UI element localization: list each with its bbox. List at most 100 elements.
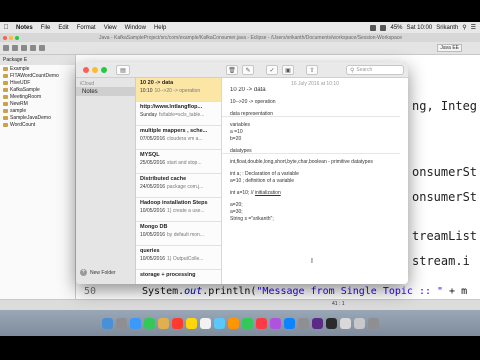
print-icon[interactable] (21, 45, 27, 51)
trash-icon[interactable] (367, 317, 379, 329)
delete-note-button[interactable]: 🗑 (226, 65, 238, 75)
maps-icon[interactable] (213, 317, 225, 329)
menu-window[interactable]: Window (121, 25, 150, 31)
note-line: 10-->20 -> operation (230, 99, 276, 105)
project-item[interactable]: NewRM (0, 100, 75, 107)
note-list-item[interactable]: storage + processing (136, 270, 221, 284)
note-list-item[interactable]: queries 10/05/2016 1) OutputColle... (136, 246, 221, 270)
checklist-button[interactable]: ✓ (266, 65, 278, 75)
note-list-item[interactable]: 10 20 -> data 10:10 10-->20 -> operation (136, 78, 221, 102)
letterbox-top (0, 0, 480, 22)
note-line: int a; : Declaration of a variable (230, 171, 299, 177)
battery-percent: 45% (390, 24, 403, 31)
launchpad-icon[interactable] (115, 317, 127, 329)
package-explorer-title[interactable]: Package E (0, 55, 75, 65)
code-fragment: ng, Integ (412, 99, 478, 113)
project-item[interactable]: WordCount (0, 121, 75, 128)
sidebar-toggle-button[interactable]: ▤ (116, 65, 130, 75)
close-icon[interactable] (83, 67, 89, 73)
apple-menu-icon[interactable]:  (0, 24, 12, 31)
project-item[interactable]: MeetingRoom (0, 93, 75, 100)
project-item[interactable]: sample (0, 107, 75, 114)
note-list-item[interactable]: Hadoop installation Steps 10/05/2016 1) c… (136, 198, 221, 222)
eclipse-icon[interactable] (311, 317, 323, 329)
note-list-item[interactable]: MYSQL 25/05/2016 start and stop... (136, 150, 221, 174)
preview-icon[interactable] (339, 317, 351, 329)
menu-list-icon[interactable]: ☰ (471, 24, 476, 31)
note-list-item[interactable]: multiple mappers , sche... 07/05/2016 clo… (136, 126, 221, 150)
code-fragment: stream.i (412, 254, 470, 268)
new-icon[interactable] (3, 45, 9, 51)
battery-icon[interactable] (380, 24, 387, 31)
terminal-icon[interactable] (325, 317, 337, 329)
minimize-icon[interactable] (92, 67, 98, 73)
project-item[interactable]: HiveUDF (0, 79, 75, 86)
search-icon[interactable]: ⚲ (462, 24, 466, 31)
account-label: iCloud (80, 81, 95, 87)
debug-icon[interactable] (30, 45, 36, 51)
calendar-icon[interactable] (171, 317, 183, 329)
eclipse-close-icon[interactable] (3, 35, 7, 40)
wifi-icon[interactable] (370, 24, 377, 31)
eclipse-toolbar: Java EE (0, 42, 480, 55)
note-line: String s ="srikanth"; (230, 216, 274, 222)
search-icon: ⚲ (350, 67, 355, 74)
project-item[interactable]: Example (0, 65, 75, 72)
messages-icon[interactable] (241, 317, 253, 329)
code-suffix: + m (449, 285, 468, 297)
system-preferences-icon[interactable] (297, 317, 309, 329)
user-name[interactable]: Srikanth (436, 25, 458, 31)
eclipse-zoom-icon[interactable] (15, 35, 19, 40)
line-number: 50 (83, 285, 96, 297)
compose-note-button[interactable]: ✎ (242, 65, 254, 75)
note-list-item[interactable]: Mongo DB 10/05/2016 by default mon... (136, 222, 221, 246)
project-item[interactable]: KafkaSample (0, 86, 75, 93)
package-explorer: Package E Example FITAWordCountDemo Hive… (0, 55, 76, 310)
note-editor[interactable]: 16 July 2016 at 10:10 10 20 -> data 10--… (222, 78, 408, 284)
clock[interactable]: Sat 10:00 (407, 25, 433, 31)
menu-view[interactable]: View (100, 25, 121, 31)
code-line-50[interactable]: 50 System. out .println("Message from Sing… (76, 284, 480, 298)
save-icon[interactable] (12, 45, 18, 51)
finder-icon[interactable] (101, 317, 113, 329)
menu-format[interactable]: Format (73, 25, 100, 31)
zoom-icon[interactable] (101, 67, 107, 73)
note-line: a=30; (230, 209, 243, 215)
note-line-initialization: int a=10; // initialization (230, 190, 281, 196)
app-store-icon[interactable] (283, 317, 295, 329)
folder-icon (3, 73, 8, 78)
project-item[interactable]: FITAWordCountDemo (0, 72, 75, 79)
eclipse-minimize-icon[interactable] (9, 35, 13, 40)
facetime-icon[interactable] (143, 317, 155, 329)
letterbox-bottom (0, 336, 480, 360)
downloads-icon[interactable] (353, 317, 365, 329)
music-icon[interactable] (255, 317, 267, 329)
folder-icon (3, 108, 8, 113)
code-string: "Message from Single Topic :: " (256, 285, 444, 297)
perspective-java[interactable]: Java EE (437, 44, 462, 52)
notes-window: ▤ 🗑 ✎ ✓ ▣ ⇧ ⚲ Search iCloud Notes + New … (76, 62, 408, 284)
reminders-icon[interactable] (199, 317, 211, 329)
contacts-icon[interactable] (157, 317, 169, 329)
notes-icon[interactable] (185, 317, 197, 329)
podcasts-icon[interactable] (269, 317, 281, 329)
share-button[interactable]: ⇧ (306, 65, 318, 75)
run-icon[interactable] (39, 45, 45, 51)
project-item[interactable]: SampleJavaDemo (0, 114, 75, 121)
photos-icon[interactable] (227, 317, 239, 329)
safari-icon[interactable] (129, 317, 141, 329)
status-area: 45% Sat 10:00 Srikanth ⚲ ☰ (370, 24, 480, 31)
menu-file[interactable]: File (37, 25, 55, 31)
attachment-button[interactable]: ▣ (282, 65, 294, 75)
note-line: int,float,double,long,short,byte,char,bo… (230, 159, 373, 165)
note-line: a=20; (230, 202, 243, 208)
menu-app-name[interactable]: Notes (12, 25, 37, 31)
menu-edit[interactable]: Edit (54, 25, 72, 31)
folder-notes[interactable]: Notes (76, 87, 135, 96)
note-list-item[interactable]: Distributed cache 24/05/2016 package com.… (136, 174, 221, 198)
menu-help[interactable]: Help (150, 25, 170, 31)
note-list-item[interactable]: http://www.lntlangflop... Sunday fs/table… (136, 102, 221, 126)
code-call: .println( (202, 285, 257, 297)
new-folder-button[interactable]: + New Folder (80, 269, 116, 276)
search-input[interactable]: ⚲ Search (346, 65, 404, 75)
